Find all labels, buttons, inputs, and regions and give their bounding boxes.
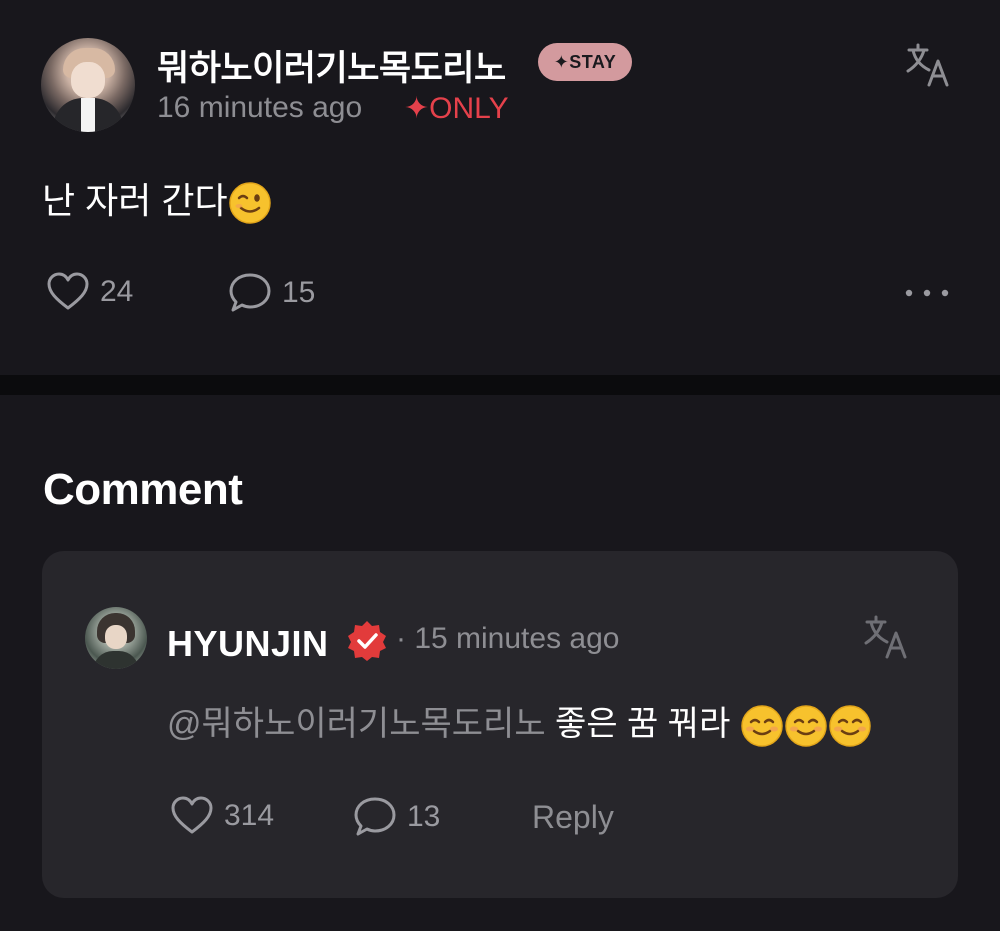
reply-button[interactable]: Reply [532,799,614,836]
heart-icon [171,796,213,834]
translate-icon[interactable] [905,42,951,88]
comment-body: @뭐하노이러기노목도리노 좋은 꿈 꿔라 [167,696,872,748]
comment-timestamp: · 15 minutes ago [396,622,620,655]
comment-like-button[interactable]: 314 [170,796,274,836]
like-button[interactable]: 24 [46,272,133,312]
post-author-name[interactable]: 뭐하노이러기노목도리노 [157,40,506,91]
comment-like-count: 314 [224,799,275,832]
commenter-avatar[interactable] [85,607,147,669]
heart-icon [47,272,89,310]
only-badge: ✦ONLY [404,92,509,125]
stay-badge: ✦STAY [538,43,632,81]
section-divider [0,375,1000,395]
comment-count: 15 [282,276,316,309]
smiling-face-emoji [741,705,783,747]
post-timestamp: 16 minutes ago [157,91,363,124]
comment-button[interactable]: 15 [228,272,315,314]
smiling-face-emoji [785,705,827,747]
comment-text: 좋은 꿈 꿔라 [545,705,731,743]
mention-link[interactable]: @뭐하노이러기노목도리노 [167,705,546,743]
comment-author-name[interactable]: HYUNJIN [167,623,329,665]
speech-bubble-icon [229,273,271,312]
comments-heading: Comment [43,465,243,514]
verified-badge-icon [348,621,386,661]
comment-reply-count: 13 [407,800,441,833]
winking-face-emoji [228,182,271,225]
post-body: 난 자러 간다 [42,172,272,225]
author-avatar[interactable] [41,38,135,132]
like-count: 24 [100,275,134,308]
comment-replies-button[interactable]: 13 [353,796,440,838]
smiling-face-emoji [829,705,871,747]
more-dots-icon[interactable] [904,288,950,298]
speech-bubble-icon [354,797,396,836]
post-text: 난 자러 간다 [42,180,228,221]
translate-icon[interactable] [863,614,909,660]
